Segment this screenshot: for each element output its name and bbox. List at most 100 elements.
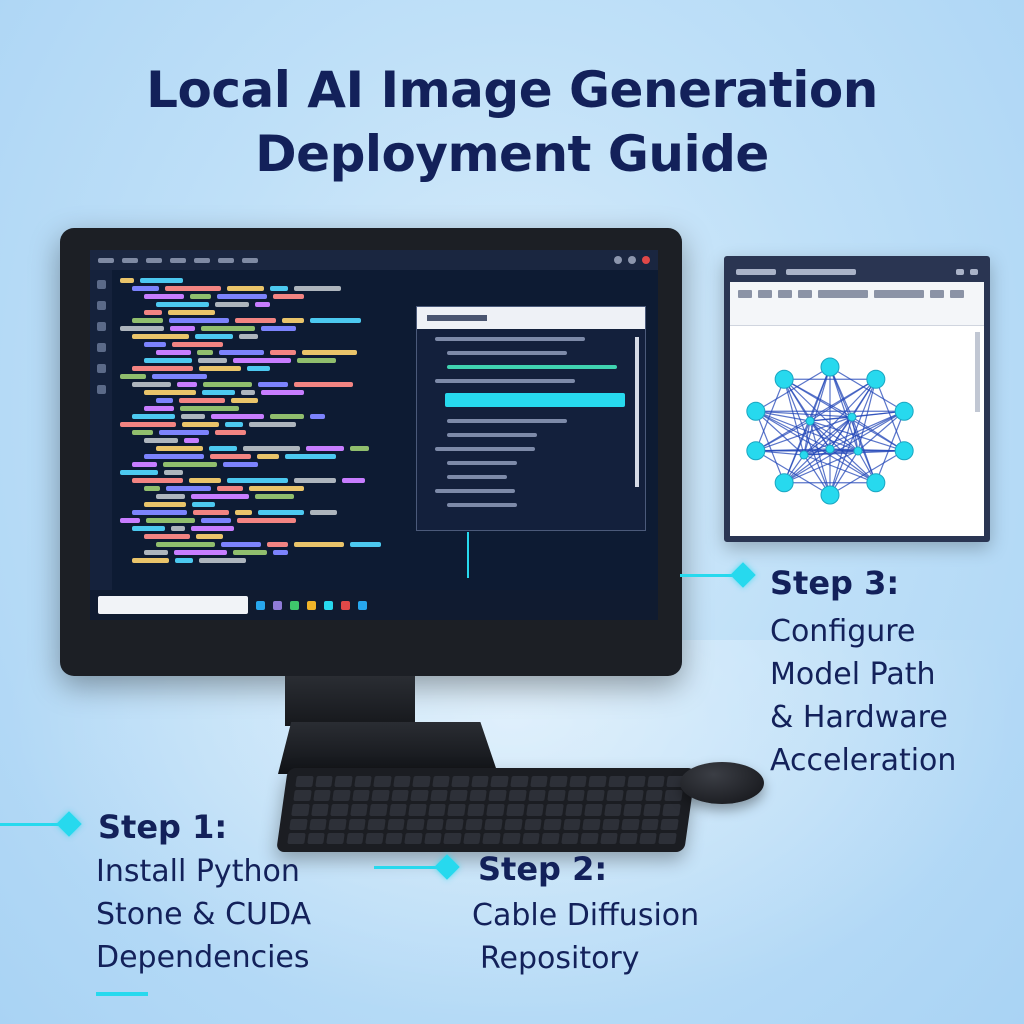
dialog-selected-item[interactable]	[445, 393, 625, 407]
step3-line: & Hardware	[770, 700, 948, 735]
menu-item[interactable]	[98, 257, 114, 263]
dialog-row[interactable]	[447, 503, 517, 507]
menu-item[interactable]	[170, 257, 186, 263]
keyboard-key	[469, 790, 488, 802]
keyboard-key	[314, 776, 333, 788]
code-token	[235, 510, 252, 515]
code-token	[140, 278, 183, 283]
app-icon[interactable]	[290, 600, 299, 610]
keyboard-key	[521, 832, 540, 844]
keyboard-key	[486, 804, 505, 816]
keyboard-key	[451, 776, 470, 788]
tool-icon[interactable]	[738, 290, 752, 298]
network-node	[894, 401, 914, 421]
code-token	[193, 510, 229, 515]
dialog-row[interactable]	[447, 475, 507, 479]
code-token	[261, 390, 304, 395]
code-token	[132, 286, 159, 291]
app-icon[interactable]	[307, 600, 316, 610]
code-token	[285, 454, 336, 459]
search-icon[interactable]	[96, 301, 106, 310]
tool-icon[interactable]	[778, 290, 792, 298]
dialog-row[interactable]	[447, 365, 617, 369]
code-token	[249, 486, 304, 491]
keyboard-key	[588, 776, 607, 788]
explorer-icon[interactable]	[96, 280, 106, 289]
menu-item[interactable]	[194, 257, 210, 263]
menu-item[interactable]	[122, 257, 138, 263]
network-node	[825, 444, 835, 454]
minimize-icon[interactable]	[956, 269, 964, 275]
step1-line: Stone & CUDA	[96, 897, 312, 932]
ide-menubar	[90, 250, 658, 270]
keyboard-key	[326, 832, 345, 844]
settings-icon[interactable]	[96, 385, 106, 394]
minimize-icon[interactable]	[614, 256, 622, 264]
preview-scrollbar[interactable]	[975, 332, 980, 412]
keyboard-key	[604, 804, 623, 816]
maximize-icon[interactable]	[628, 256, 636, 264]
code-token	[258, 510, 304, 515]
tool-icon[interactable]	[950, 290, 964, 298]
close-icon[interactable]	[970, 269, 978, 275]
code-token	[120, 470, 158, 475]
step1-heading: Step 1:	[98, 808, 228, 846]
network-node	[746, 441, 766, 461]
keyboard-key	[504, 818, 523, 830]
network-node	[866, 369, 886, 389]
source-control-icon[interactable]	[96, 322, 106, 331]
step3-connector	[680, 574, 736, 577]
dialog-row[interactable]	[435, 489, 515, 493]
code-token	[156, 398, 173, 403]
taskbar-search-input[interactable]	[98, 596, 248, 614]
app-icon[interactable]	[324, 600, 333, 610]
app-icon[interactable]	[341, 600, 350, 610]
dialog-row[interactable]	[435, 379, 575, 383]
code-token	[310, 414, 325, 419]
tool-field[interactable]	[874, 290, 924, 298]
code-editor[interactable]	[120, 278, 420, 578]
tool-icon[interactable]	[758, 290, 772, 298]
dialog-scrollbar[interactable]	[635, 337, 639, 487]
menu-item[interactable]	[218, 257, 234, 263]
monitor-screen	[90, 250, 658, 620]
code-token	[191, 526, 234, 531]
tool-icon[interactable]	[930, 290, 944, 298]
network-node	[820, 357, 840, 377]
menu-item[interactable]	[146, 257, 162, 263]
extensions-icon[interactable]	[96, 364, 106, 373]
keyboard-key	[529, 776, 548, 788]
app-icon[interactable]	[256, 600, 265, 610]
step1-connector	[0, 823, 62, 826]
code-token	[175, 558, 193, 563]
keyboard-key	[545, 804, 564, 816]
step2-connector	[374, 866, 440, 869]
code-token	[270, 286, 288, 291]
keyboard-key	[404, 832, 423, 844]
dialog-row[interactable]	[447, 351, 567, 355]
dialog-header	[417, 307, 645, 329]
debug-icon[interactable]	[96, 343, 106, 352]
keyboard-key	[334, 776, 353, 788]
code-token	[227, 478, 288, 483]
keyboard-key	[426, 818, 445, 830]
code-token	[144, 390, 196, 395]
keyboard-key	[412, 776, 431, 788]
dialog-title	[427, 315, 487, 321]
dialog-row[interactable]	[435, 337, 585, 341]
dialog-row[interactable]	[447, 461, 517, 465]
app-icon[interactable]	[358, 600, 367, 610]
dialog-row[interactable]	[435, 447, 535, 451]
tool-field[interactable]	[818, 290, 868, 298]
tool-icon[interactable]	[798, 290, 812, 298]
dialog-row[interactable]	[447, 433, 537, 437]
keyboard-key	[287, 832, 306, 844]
menu-item[interactable]	[242, 257, 258, 263]
keyboard-key	[502, 832, 521, 844]
keyboard-key	[367, 818, 386, 830]
close-icon[interactable]	[642, 256, 650, 264]
keyboard-key	[293, 790, 312, 802]
app-icon[interactable]	[273, 600, 282, 610]
keyboard-key	[510, 776, 529, 788]
dialog-row[interactable]	[447, 419, 567, 423]
